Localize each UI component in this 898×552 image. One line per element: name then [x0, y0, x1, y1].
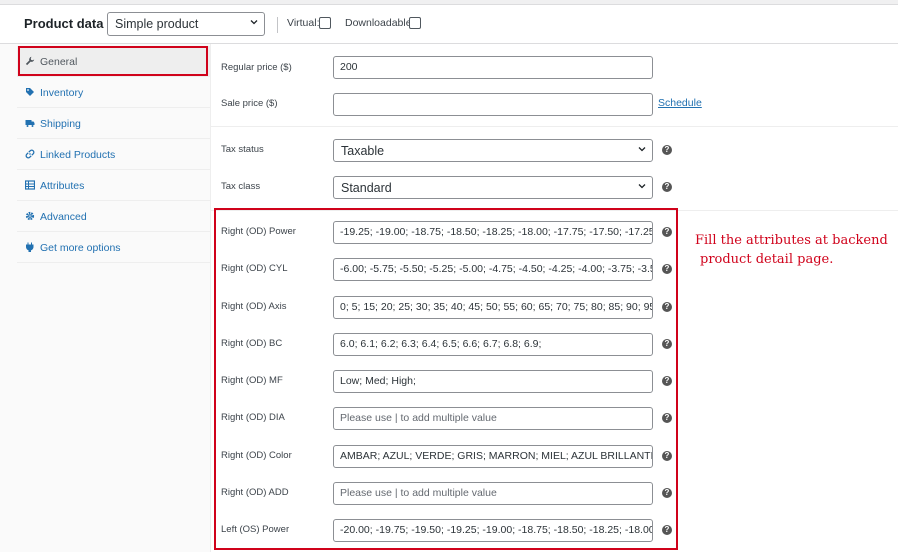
tab-shipping-label: Shipping	[40, 118, 81, 130]
attributes-highlight-box	[214, 208, 678, 550]
header-divider	[277, 17, 278, 33]
tab-attributes-label: Attributes	[40, 180, 85, 192]
product-type-value: Simple product	[115, 17, 199, 31]
plugin-icon	[25, 242, 35, 252]
link-icon	[25, 149, 35, 159]
tab-shipping[interactable]: Shipping	[17, 108, 210, 139]
schedule-link[interactable]: Schedule	[658, 97, 702, 109]
product-type-select[interactable]: Simple product	[107, 12, 265, 36]
downloadable-checkbox[interactable]	[409, 17, 421, 29]
tag-icon	[25, 87, 35, 97]
help-icon[interactable]: ?	[662, 145, 672, 155]
tab-linked-products[interactable]: Linked Products	[17, 139, 210, 170]
section-divider	[211, 126, 898, 127]
tab-get-more-options-label: Get more options	[40, 242, 121, 254]
general-tab-highlight	[18, 46, 208, 76]
chevron-down-icon	[638, 182, 646, 190]
tab-advanced[interactable]: Advanced	[17, 201, 210, 232]
sale-price-input[interactable]	[333, 93, 653, 116]
tax-class-label: Tax class	[221, 181, 261, 192]
tab-inventory-label: Inventory	[40, 87, 84, 99]
regular-price-label: Regular price ($)	[221, 62, 292, 73]
tax-status-value: Taxable	[341, 144, 385, 158]
tax-status-select[interactable]: Taxable	[333, 139, 653, 162]
tab-inventory[interactable]: Inventory	[17, 77, 210, 108]
annotation-line-1: Fill the attributes at backend	[695, 233, 888, 248]
list-icon	[24, 180, 36, 190]
tax-status-label: Tax status	[221, 144, 264, 155]
chevron-down-icon	[638, 145, 646, 153]
virtual-checkbox[interactable]	[319, 17, 331, 29]
product-data-label: Product data —	[24, 16, 121, 31]
tab-get-more-options[interactable]: Get more options	[17, 232, 210, 263]
regular-price-input[interactable]: 200	[333, 56, 653, 79]
truck-icon	[25, 118, 35, 128]
tax-class-select[interactable]: Standard	[333, 176, 653, 199]
tab-advanced-label: Advanced	[40, 211, 87, 223]
product-data-header: Product data — Simple product Virtual: D…	[0, 5, 898, 44]
tab-attributes[interactable]: Attributes	[17, 170, 210, 201]
help-icon[interactable]: ?	[662, 182, 672, 192]
virtual-label: Virtual:	[287, 17, 320, 29]
annotation-line-2: product detail page.	[700, 252, 834, 267]
downloadable-label: Downloadable:	[345, 17, 415, 29]
tax-class-value: Standard	[341, 181, 392, 195]
chevron-down-icon	[250, 18, 258, 26]
tab-linked-products-label: Linked Products	[40, 149, 116, 161]
sale-price-label: Sale price ($)	[221, 98, 278, 109]
gear-icon	[25, 211, 35, 221]
